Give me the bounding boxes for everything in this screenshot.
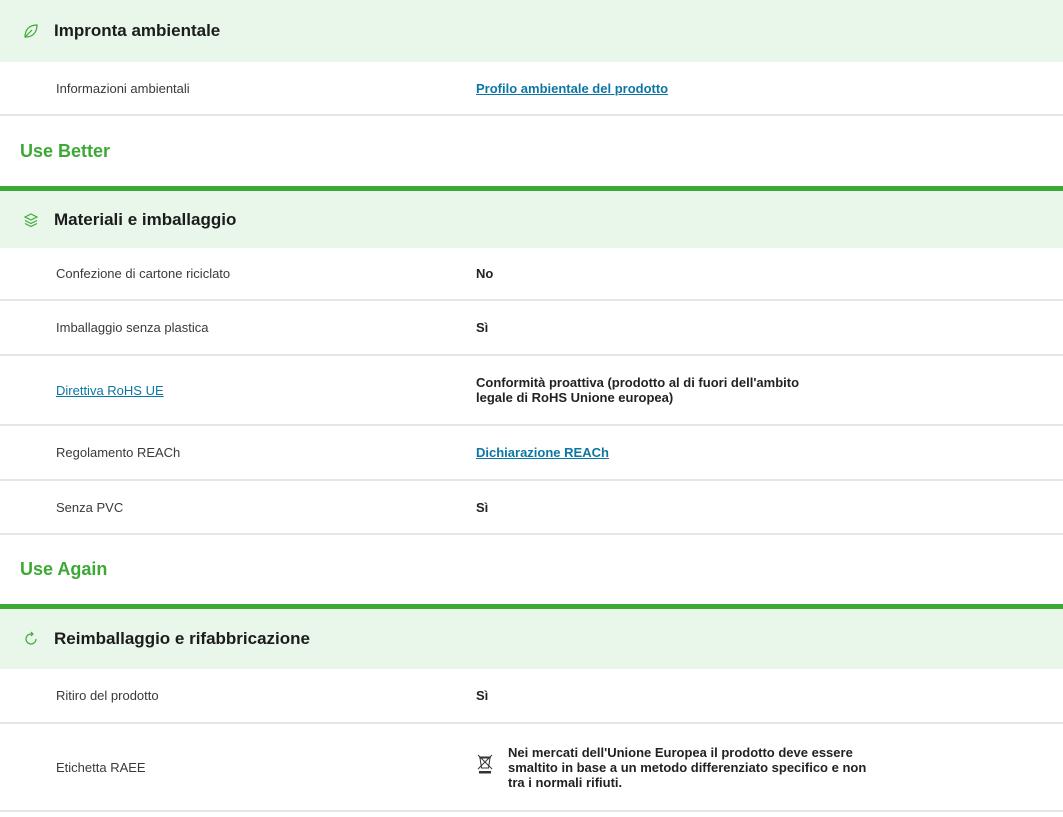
table-row: Informazioni ambientali Profilo ambienta…: [0, 62, 1063, 116]
row-value: Sì: [476, 688, 489, 703]
value-line: Conformità proattiva (prodotto al di fuo…: [476, 375, 800, 390]
row-value: Sì: [476, 320, 489, 335]
table-row: Ritiro del prodotto Sì: [0, 669, 1063, 724]
crossed-bin-icon: [476, 753, 498, 778]
refresh-icon: [22, 630, 40, 648]
table-row: Imballaggio senza plastica Sì: [0, 301, 1063, 356]
row-label: Direttiva RoHS UE: [0, 383, 476, 398]
reach-declaration-link[interactable]: Dichiarazione REACh: [476, 445, 609, 460]
table-row: Direttiva RoHS UE Conformità proattiva (…: [0, 356, 1063, 426]
product-environmental-profile-link[interactable]: Profilo ambientale del prodotto: [476, 81, 668, 96]
rohs-directive-link[interactable]: Direttiva RoHS UE: [56, 383, 164, 398]
row-label: Etichetta RAEE: [56, 759, 146, 775]
section-title: Impronta ambientale: [54, 21, 221, 40]
layers-icon: [22, 211, 40, 229]
row-value: Profilo ambientale del prodotto: [476, 81, 1063, 96]
table-row: Senza PVC Sì: [0, 481, 1063, 535]
row-label: Regolamento REACh: [56, 445, 181, 460]
value-line: Nei mercati dell'Unione Europea il prodo…: [508, 744, 853, 760]
value-line: smaltito in base a un metodo differenzia…: [508, 759, 867, 775]
row-value: Dichiarazione REACh: [476, 445, 1063, 460]
row-label: Informazioni ambientali: [56, 80, 190, 96]
section-header-repackaging-remanufacturing: Reimballaggio e rifabbricazione: [0, 609, 1063, 669]
row-label: Senza PVC: [56, 499, 124, 515]
table-row: Regolamento REACh Dichiarazione REACh: [0, 426, 1063, 481]
value-line: legale di RoHS Unione europea): [476, 390, 674, 405]
section-header-materials-packaging: Materiali e imballaggio: [0, 191, 1063, 248]
category-heading-use-better: Use Better: [20, 140, 111, 161]
value-line: tra i normali rifiuti.: [508, 774, 623, 790]
row-value: Nei mercati dell'Unione Europea il prodo…: [476, 745, 916, 790]
category-heading-use-again: Use Again: [20, 559, 108, 579]
row-label: Confezione di cartone riciclato: [56, 266, 231, 281]
section-title: Reimballaggio e rifabbricazione: [54, 629, 311, 648]
row-label: Ritiro del prodotto: [56, 688, 159, 703]
row-value: Sì: [476, 499, 489, 515]
weee-text: Nei mercati dell'Unione Europea il prodo…: [508, 745, 866, 790]
row-value: No: [476, 266, 494, 281]
page: Impronta ambientale Informazioni ambient…: [0, 0, 1063, 817]
section-header-environmental-footprint: Impronta ambientale: [0, 0, 1063, 62]
table-row: Etichetta RAEE Nei mercati dell'Unione E…: [0, 724, 1063, 812]
section-title: Materiali e imballaggio: [54, 209, 237, 229]
table-row: Confezione di cartone riciclato No: [0, 248, 1063, 301]
row-label: Imballaggio senza plastica: [56, 320, 209, 335]
leaf-icon: [22, 22, 40, 40]
row-value: Conformità proattiva (prodotto al di fuo…: [476, 375, 916, 405]
